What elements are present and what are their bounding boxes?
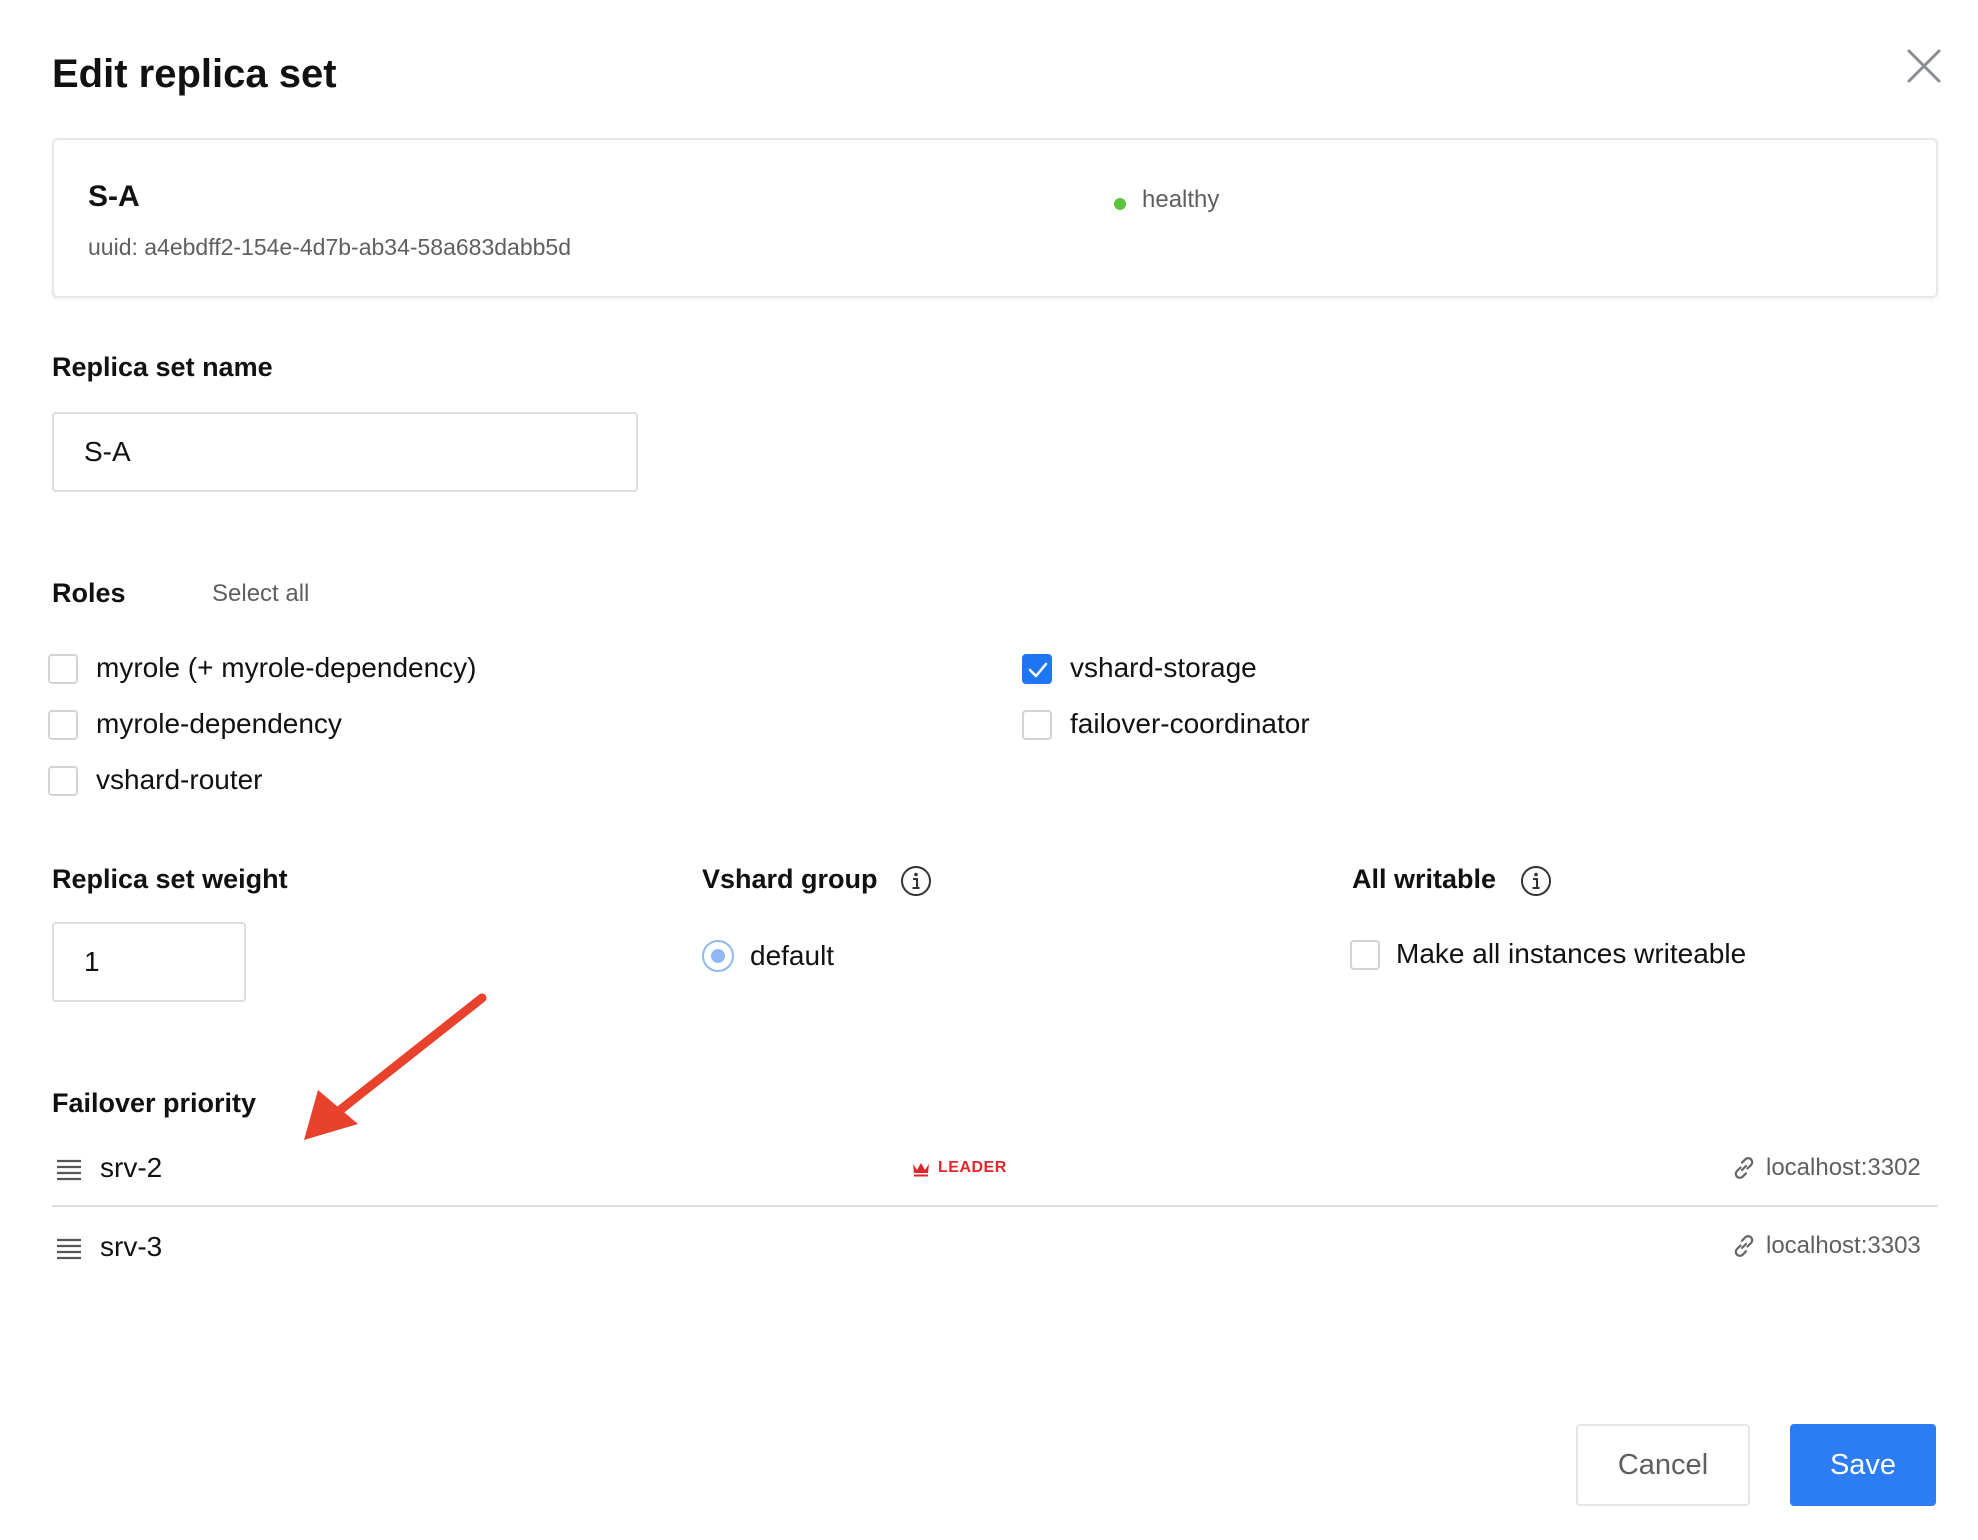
- replica-set-title: S-A: [88, 180, 140, 213]
- replica-set-summary-card: S-A uuid: a4ebdff2-154e-4d7b-ab34-58a683…: [52, 138, 1938, 298]
- role-label-vshard-router[interactable]: vshard-router: [96, 764, 263, 796]
- dialog-title: Edit replica set: [52, 52, 337, 96]
- vshard-group-radio-default[interactable]: [702, 940, 734, 972]
- role-label-vshard-storage[interactable]: vshard-storage: [1070, 652, 1257, 684]
- replica-set-weight-label: Replica set weight: [52, 864, 288, 894]
- all-writable-checkbox-label[interactable]: Make all instances writeable: [1396, 938, 1746, 970]
- link-icon: [1734, 1235, 1754, 1257]
- all-writable-label: All writable: [1352, 864, 1497, 894]
- roles-label: Roles: [52, 578, 126, 608]
- cancel-button[interactable]: Cancel: [1576, 1424, 1750, 1506]
- select-all-link[interactable]: Select all: [212, 580, 309, 608]
- check-icon: [1028, 662, 1048, 678]
- drag-handle-icon[interactable]: [56, 1238, 82, 1260]
- vshard-group-option-label[interactable]: default: [750, 940, 834, 972]
- server-name: srv-2: [100, 1152, 163, 1183]
- arrow-annotation: [304, 993, 487, 1140]
- vshard-group-label: Vshard group: [702, 864, 878, 894]
- row-divider: [52, 1205, 1938, 1207]
- leader-badge-label: LEADER: [938, 1159, 1007, 1176]
- server-uri: localhost:3303: [1766, 1232, 1921, 1259]
- radio-selected-dot: [711, 949, 725, 963]
- all-writable-checkbox[interactable]: [1350, 940, 1380, 970]
- role-label-myrole[interactable]: myrole (+ myrole-dependency): [96, 652, 477, 684]
- role-checkbox-vshard-router[interactable]: [48, 766, 78, 796]
- failover-priority-label: Failover priority: [52, 1088, 257, 1118]
- server-uri: localhost:3302: [1766, 1154, 1921, 1181]
- link-icon: [1734, 1157, 1754, 1179]
- replica-set-weight-input[interactable]: [52, 922, 246, 1002]
- info-icon[interactable]: [1520, 865, 1552, 897]
- drag-handle-icon[interactable]: [56, 1159, 82, 1181]
- close-icon[interactable]: [1904, 46, 1944, 86]
- server-name: srv-3: [100, 1231, 163, 1262]
- replica-set-name-input[interactable]: [52, 412, 638, 492]
- status-badge: healthy: [1142, 186, 1220, 213]
- crown-icon: [913, 1163, 929, 1177]
- role-checkbox-myrole-dependency[interactable]: [48, 710, 78, 740]
- info-icon[interactable]: [900, 865, 932, 897]
- role-label-failover-coordinator[interactable]: failover-coordinator: [1070, 708, 1310, 740]
- role-checkbox-myrole[interactable]: [48, 654, 78, 684]
- role-checkbox-failover-coordinator[interactable]: [1022, 710, 1052, 740]
- role-checkbox-vshard-storage[interactable]: [1022, 654, 1052, 684]
- save-button[interactable]: Save: [1790, 1424, 1936, 1506]
- replica-set-name-label: Replica set name: [52, 352, 273, 382]
- replica-set-uuid: uuid: a4ebdff2-154e-4d7b-ab34-58a683dabb…: [88, 234, 572, 260]
- status-dot-icon: [1114, 198, 1126, 210]
- role-label-myrole-dependency[interactable]: myrole-dependency: [96, 708, 342, 740]
